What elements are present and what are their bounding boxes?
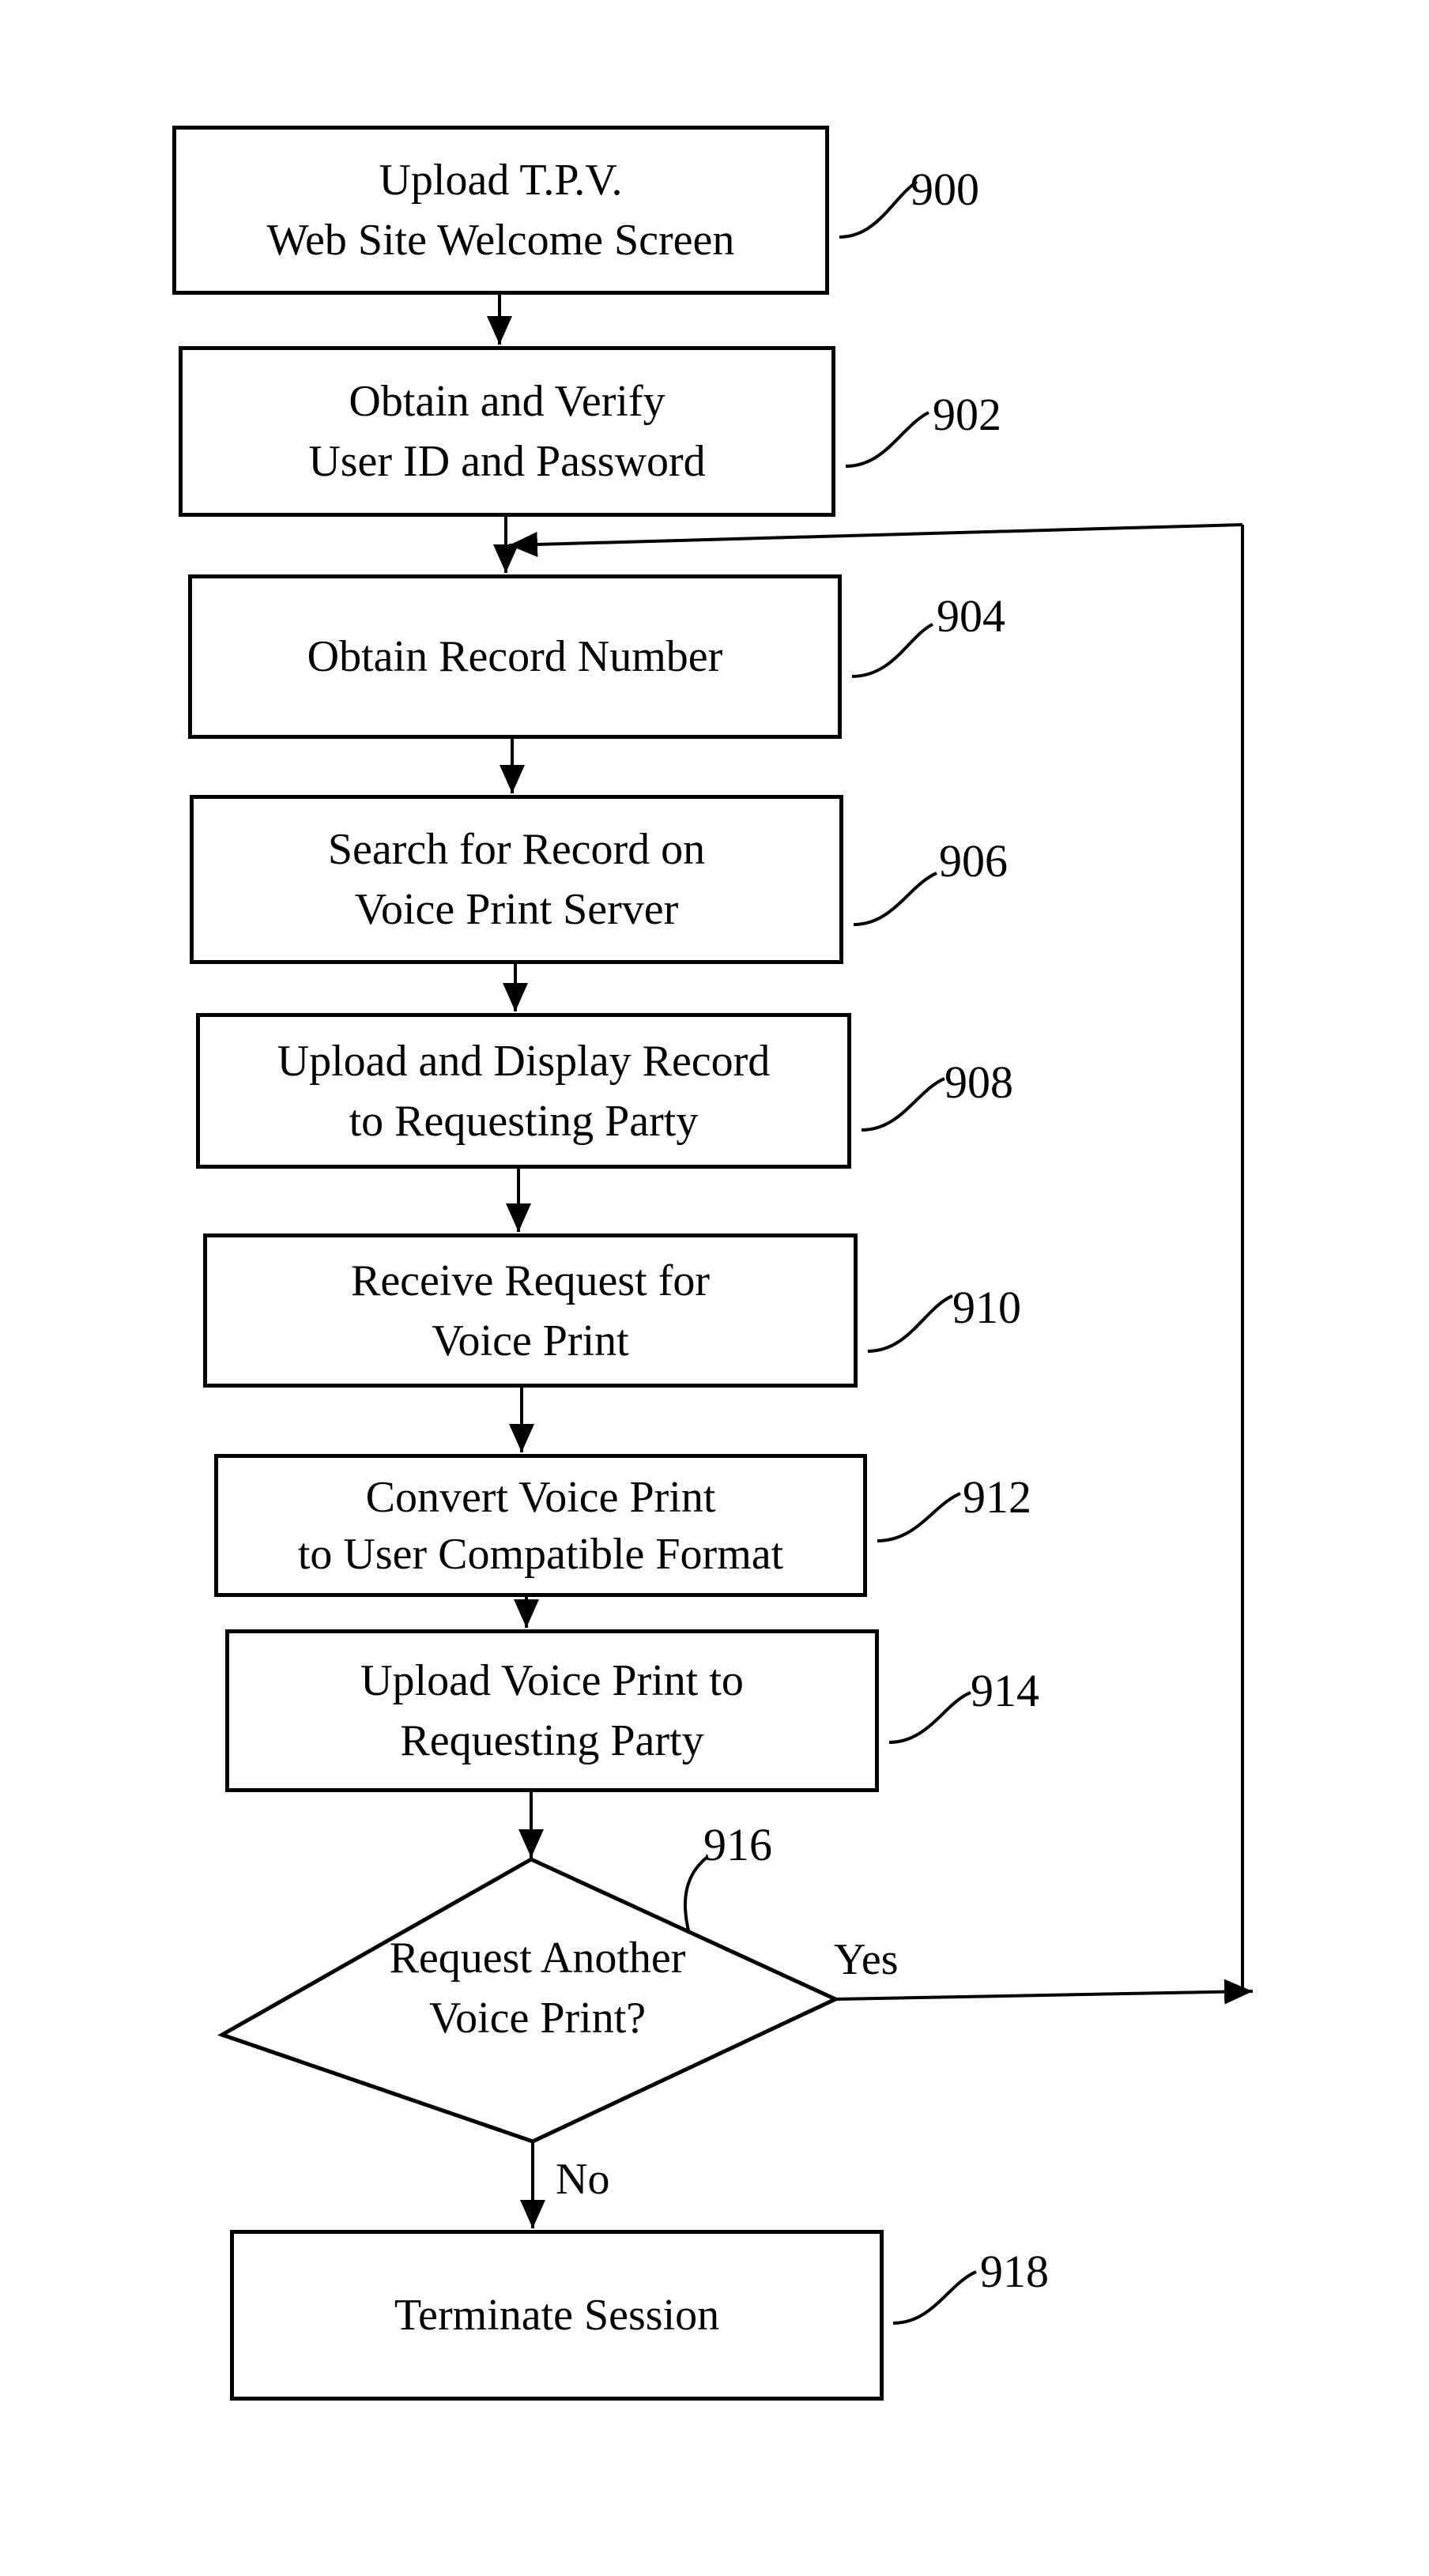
ref-914: 914 xyxy=(971,1665,1039,1716)
ref-904: 904 xyxy=(937,590,1005,642)
step-914-box: Upload Voice Print to Requesting Party xyxy=(225,1629,879,1792)
step-906-box: Search for Record on Voice Print Server xyxy=(190,795,843,964)
step-904-box: Obtain Record Number xyxy=(188,574,842,739)
step-900-line-2: Web Site Welcome Screen xyxy=(266,216,735,265)
decision-916-text: Request Another Voice Print? xyxy=(332,1928,743,2048)
step-910-line-2: Voice Print xyxy=(432,1316,629,1365)
leader-906 xyxy=(853,872,937,926)
step-908-line-1: Upload and Display Record xyxy=(277,1036,771,1086)
leader-918 xyxy=(892,2270,977,2325)
step-900-box: Upload T.P.V. Web Site Welcome Screen xyxy=(172,126,829,295)
step-908-line-2: to Requesting Party xyxy=(349,1096,699,1146)
leader-908 xyxy=(861,1077,945,1132)
step-910-line-1: Receive Request for xyxy=(350,1256,711,1305)
ref-902: 902 xyxy=(933,389,1001,440)
step-902-line-1: Obtain and Verify xyxy=(349,377,665,426)
step-908-box: Upload and Display Record to Requesting … xyxy=(196,1013,851,1169)
step-902-line-2: User ID and Password xyxy=(308,437,706,486)
ref-912: 912 xyxy=(963,1471,1031,1523)
decision-916-line-1: Request Another xyxy=(389,1934,686,1983)
ref-910: 910 xyxy=(952,1282,1021,1333)
no-label: No xyxy=(556,2155,610,2204)
step-912-line-2: to User Compatible Format xyxy=(297,1529,784,1579)
step-910-box: Receive Request for Voice Print xyxy=(203,1233,858,1388)
step-914-line-2: Requesting Party xyxy=(400,1716,704,1765)
ref-916: 916 xyxy=(703,1819,772,1870)
leader-910 xyxy=(867,1294,953,1353)
loop-back-horizontal xyxy=(508,523,1243,557)
yes-label: Yes xyxy=(834,1935,899,1984)
leader-904 xyxy=(851,623,933,678)
step-900-line-1: Upload T.P.V. xyxy=(379,156,623,205)
ref-906: 906 xyxy=(939,835,1008,887)
step-918-line-1: Terminate Session xyxy=(394,2291,720,2340)
ref-918: 918 xyxy=(980,2246,1049,2297)
leader-912 xyxy=(877,1492,961,1542)
leader-914 xyxy=(888,1691,971,1744)
leader-902 xyxy=(845,411,929,468)
step-902-box: Obtain and Verify User ID and Password xyxy=(179,346,835,517)
leader-900 xyxy=(839,180,918,239)
step-914-line-1: Upload Voice Print to xyxy=(360,1656,744,1705)
step-912-line-1: Convert Voice Print xyxy=(365,1472,716,1522)
yes-branch-line xyxy=(835,1979,1254,2005)
step-918-box: Terminate Session xyxy=(230,2230,884,2401)
decision-916-line-2: Voice Print? xyxy=(428,1994,647,2043)
ref-900: 900 xyxy=(911,164,979,215)
step-906-line-1: Search for Record on xyxy=(327,825,706,874)
step-912-box: Convert Voice Print to User Compatible F… xyxy=(214,1454,867,1597)
step-904-line-1: Obtain Record Number xyxy=(307,632,723,681)
ref-908: 908 xyxy=(944,1056,1013,1108)
step-906-line-2: Voice Print Server xyxy=(354,885,679,934)
